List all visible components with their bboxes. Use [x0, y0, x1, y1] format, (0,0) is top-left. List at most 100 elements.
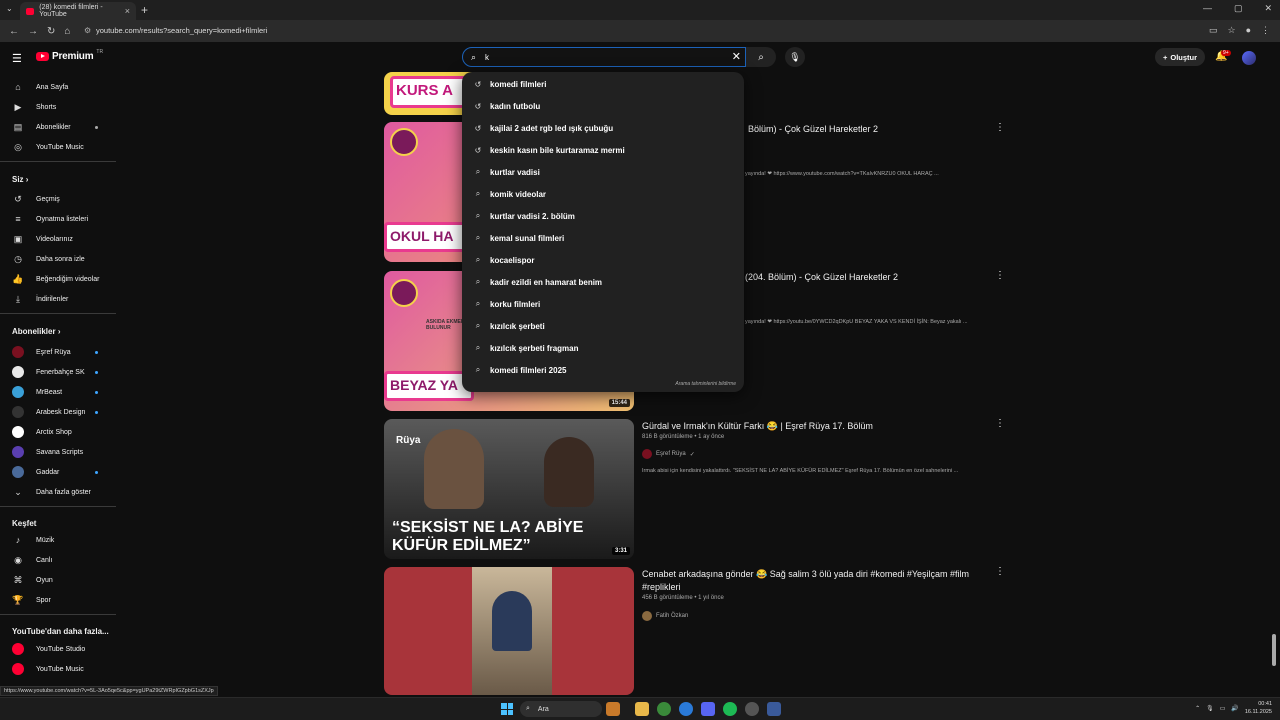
microphone-icon[interactable]: 🎙 [1206, 705, 1214, 712]
suggestion-item[interactable]: ⌕ kocaelispor [462, 249, 744, 271]
search-input[interactable] [485, 51, 725, 64]
browser-menu-icon[interactable]: ⋮ [1261, 25, 1270, 36]
suggestion-item[interactable]: ⌕ kadir ezildi en hamarat benim [462, 271, 744, 293]
clock[interactable]: 00:41 16.11.2025 [1245, 700, 1272, 716]
section-heading-subscriptions[interactable]: Abonelikler › [12, 327, 60, 336]
suggestion-item[interactable]: ⌕ kızılcık şerbeti fragman [462, 337, 744, 359]
close-window-button[interactable]: ✕ [1264, 3, 1272, 14]
discord-icon[interactable] [701, 702, 715, 716]
reload-icon[interactable]: ↻ [47, 26, 55, 37]
taskbar-search[interactable]: ⌕ Ara [520, 701, 602, 717]
suggestion-item[interactable]: ⌕ komik videolar [462, 183, 744, 205]
url-field[interactable]: youtube.com/results?search_query=komedi+… [96, 26, 267, 35]
suggestion-item[interactable]: ⌕ kurtlar vadisi [462, 161, 744, 183]
tab-close-icon[interactable]: × [125, 6, 130, 16]
more-actions-icon[interactable]: ⋮ [995, 418, 1005, 429]
sidebar-item-live[interactable]: ◉ Canlı [12, 551, 116, 569]
sidebar-item-home[interactable]: ⌂ Ana Sayfa [12, 78, 116, 96]
sidebar-sub-savana-scripts[interactable]: Savana Scripts [12, 443, 116, 461]
tab-search-icon[interactable]: ⌄ [6, 4, 13, 13]
file-explorer-icon[interactable] [635, 702, 649, 716]
video-thumbnail[interactable] [384, 567, 634, 695]
sidebar-item-gaming[interactable]: ⌘ Oyun [12, 571, 116, 589]
video-title[interactable]: Gürdal ve Irmak'ın Kültür Farkı 😂 | Eşre… [642, 420, 873, 433]
sidebar-sub-esref-ruya[interactable]: Eşref Rüya [12, 343, 116, 361]
suggestion-item[interactable]: ⌕ kemal sunal filmleri [462, 227, 744, 249]
channel-avatar [12, 466, 24, 478]
sidebar-sub-arabesk-design[interactable]: Arabesk Design [12, 403, 116, 421]
sidebar-item-playlists[interactable]: ≡ Oynatma listeleri [12, 210, 116, 228]
minimize-button[interactable]: — [1203, 3, 1212, 14]
forward-icon[interactable]: → [28, 26, 38, 37]
taskbar-app-icon[interactable] [767, 702, 781, 716]
create-button[interactable]: + Oluştur [1155, 48, 1205, 66]
suggestion-item[interactable]: ↺ komedi filmleri [462, 73, 744, 95]
sidebar-item-label: Daha sonra izle [36, 255, 85, 263]
sidebar-item-label: Canlı [36, 556, 53, 564]
like-icon: 👍 [12, 273, 24, 284]
profile-icon[interactable]: ● [1246, 25, 1251, 36]
sidebar-item-watch-later[interactable]: ◷ Daha sonra izle [12, 250, 116, 268]
chrome-icon[interactable] [657, 702, 671, 716]
voice-search-button[interactable]: 🎙 [785, 47, 805, 67]
channel-link[interactable]: Fatih Özkan [642, 611, 688, 621]
search-button[interactable]: ⌕ [746, 47, 776, 67]
sidebar-sub-gaddar[interactable]: Gaddar [12, 463, 116, 481]
sidebar-item-music[interactable]: ♪ Müzik [12, 531, 116, 549]
youtube-logo[interactable]: Premium TR [36, 49, 103, 62]
menu-icon[interactable]: ☰ [12, 52, 22, 65]
suggestion-item[interactable]: ⌕ kızılcık şerbeti [462, 315, 744, 337]
chevron-up-icon[interactable]: ⌃ [1195, 705, 1200, 712]
channel-link[interactable]: Eşref Rüya ✓ [642, 449, 695, 459]
video-title[interactable]: Bölüm) - Çok Güzel Hareketler 2 [748, 123, 878, 136]
suggestion-item[interactable]: ⌕ kurtlar vadisi 2. bölüm [462, 205, 744, 227]
report-predictions-link[interactable]: Arama tahminlerini bildirme [675, 381, 736, 387]
volume-icon[interactable]: 🔊 [1231, 705, 1238, 712]
video-title[interactable]: (204. Bölüm) - Çok Güzel Hareketler 2 [745, 271, 898, 284]
sidebar-show-more[interactable]: ⌄ Daha fazla göster [12, 483, 116, 501]
sidebar-item-downloads[interactable]: ⤓ İndirilenler [12, 290, 116, 308]
sidebar-sub-arctix-shop[interactable]: Arctix Shop [12, 423, 116, 441]
more-actions-icon[interactable]: ⋮ [995, 122, 1005, 133]
monitor-icon[interactable]: ▭ [1220, 705, 1226, 712]
sidebar-item-sports[interactable]: 🏆 Spor [12, 591, 116, 609]
video-title[interactable]: Cenabet arkadaşına gönder 😂 Sağ salim 3 … [642, 568, 982, 594]
more-actions-icon[interactable]: ⋮ [995, 566, 1005, 577]
edge-icon[interactable] [679, 702, 693, 716]
sidebar-item-youtube-studio[interactable]: YouTube Studio [12, 640, 116, 658]
sidebar-sub-mrbeast[interactable]: MrBeast [12, 383, 116, 401]
bookmark-star-icon[interactable]: ☆ [1227, 25, 1235, 36]
suggestion-item[interactable]: ↺ keskin kasın bile kurtaramaz mermi [462, 139, 744, 161]
sidebar-item-your-videos[interactable]: ▣ Videolarınız [12, 230, 116, 248]
sidebar-item-youtube-music-app[interactable]: YouTube Music [12, 660, 116, 678]
home-page-icon[interactable]: ⌂ [64, 26, 70, 37]
maximize-button[interactable]: ▢ [1234, 3, 1243, 14]
start-button[interactable] [501, 703, 513, 715]
taskbar-app-icon[interactable] [606, 702, 620, 716]
suggestion-item[interactable]: ⌕ komedi filmleri 2025 [462, 359, 744, 381]
spotify-icon[interactable] [723, 702, 737, 716]
sidebar-item-shorts[interactable]: ▶ Shorts [12, 98, 116, 116]
new-tab-button[interactable]: + [141, 3, 148, 17]
page-scrollbar[interactable] [1272, 634, 1276, 666]
clock-time: 00:41 [1258, 701, 1272, 707]
suggestion-item[interactable]: ↺ kadın futbolu [462, 95, 744, 117]
browser-tab[interactable]: (28) komedi filmleri - YouTube × [20, 2, 136, 20]
search-box[interactable]: ⌕ ✕ [462, 47, 746, 67]
section-heading-you[interactable]: Siz › [12, 175, 28, 184]
clear-search-icon[interactable]: ✕ [732, 50, 741, 63]
sidebar-item-history[interactable]: ↺ Geçmiş [12, 190, 116, 208]
suggestion-item[interactable]: ↺ kajilai 2 adet rgb led ışık çubuğu [462, 117, 744, 139]
sidebar-item-liked-videos[interactable]: 👍 Beğendiğim videolar [12, 270, 116, 288]
suggestion-item[interactable]: ⌕ korku filmleri [462, 293, 744, 315]
video-thumbnail[interactable]: Rüya “SEKSİST NE LA? ABİYE KÜFÜR EDİLMEZ… [384, 419, 634, 559]
site-info-icon[interactable]: ⚙ [84, 26, 91, 35]
sidebar-item-youtube-music[interactable]: ◎ YouTube Music [12, 138, 116, 156]
install-app-icon[interactable]: ▭ [1209, 25, 1218, 36]
obs-icon[interactable] [745, 702, 759, 716]
back-icon[interactable]: ← [9, 26, 19, 37]
avatar[interactable] [1242, 51, 1256, 65]
sidebar-item-subscriptions[interactable]: ▤ Abonelikler [12, 118, 116, 136]
sidebar-sub-fenerbahce[interactable]: Fenerbahçe SK [12, 363, 116, 381]
more-actions-icon[interactable]: ⋮ [995, 270, 1005, 281]
